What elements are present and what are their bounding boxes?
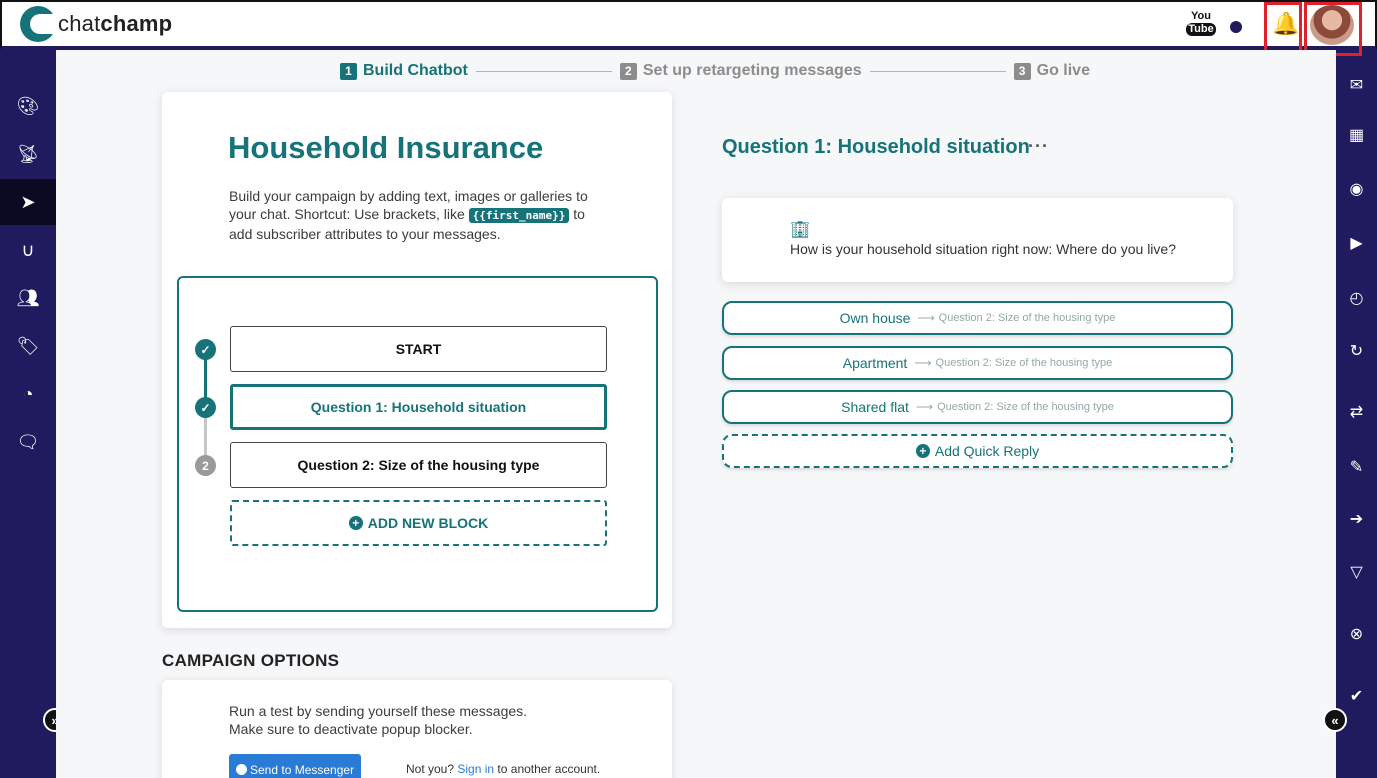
- main-content: 1 Build Chatbot 2 Set up retargeting mes…: [56, 50, 1336, 778]
- step-label: Build Chatbot: [363, 62, 468, 79]
- step-badge-icon: 2: [195, 455, 216, 476]
- eraser-icon[interactable]: ✎: [1336, 452, 1377, 482]
- play-icon[interactable]: ▶: [1336, 228, 1377, 258]
- more-options-icon[interactable]: ···: [1028, 136, 1049, 157]
- sync-icon[interactable]: ↻: [1336, 336, 1377, 366]
- step-label: Go live: [1036, 62, 1090, 79]
- close-circle-icon[interactable]: ⊗: [1336, 619, 1377, 649]
- test-line: Run a test by sending yourself these mes…: [229, 703, 528, 719]
- logo-icon: [20, 6, 56, 42]
- plus-circle-icon: +: [915, 444, 930, 458]
- campaign-card: Household Insurance Build your campaign …: [162, 92, 672, 628]
- user-avatar[interactable]: [1310, 5, 1354, 45]
- step-number: 3: [1013, 62, 1031, 80]
- add-block-label: ADD NEW BLOCK: [367, 515, 489, 531]
- campaign-title: Household Insurance: [228, 130, 544, 165]
- quick-reply[interactable]: Shared flat ⟶ Question 2: Size of the ho…: [722, 390, 1233, 424]
- arrow-right-icon: ⟶: [915, 400, 934, 414]
- arrow-right-icon: ⟶: [914, 356, 932, 370]
- chatchamp-logo[interactable]: chatchamp: [20, 6, 172, 42]
- add-new-block-button[interactable]: + ADD NEW BLOCK: [230, 500, 607, 546]
- quick-reply[interactable]: Apartment ⟶ Question 2: Size of the hous…: [722, 346, 1233, 380]
- youtube-top: You: [1191, 10, 1211, 22]
- test-line: Make sure to deactivate popup blocker.: [229, 721, 473, 737]
- broadcast-icon[interactable]: 📡︎: [0, 131, 56, 177]
- send-label: Send to Messenger: [250, 763, 355, 777]
- message-bubble[interactable]: 🏢︎ How is your household situation right…: [722, 198, 1233, 282]
- arrow-right-icon: ⟶: [917, 311, 935, 325]
- reply-label: Own house: [839, 310, 911, 326]
- notification-bell-icon[interactable]: 🔔: [1272, 11, 1299, 37]
- left-sidebar: 🎨︎ 📡︎ ➤ ∪ 👥︎ 🏷︎ ◔ 🗨︎: [0, 50, 56, 778]
- status-dot-icon: [1230, 21, 1242, 33]
- send-to-messenger-button[interactable]: Send to Messenger: [229, 754, 361, 778]
- double-check-icon[interactable]: ✔: [1336, 681, 1377, 711]
- block-flow: ✓ ✓ 2 START Question 1: Household situat…: [177, 276, 658, 612]
- not-you-text: Not you?: [406, 762, 455, 776]
- block-question-1[interactable]: Question 1: Household situation: [230, 384, 607, 430]
- funnel-icon[interactable]: ▽: [1336, 557, 1377, 587]
- tag-icon[interactable]: 🏷︎: [0, 323, 56, 369]
- attribute-code: {{first_name}}: [468, 208, 570, 223]
- sign-in-link[interactable]: Sign in: [457, 762, 494, 776]
- reply-target: Question 2: Size of the housing type: [938, 312, 1116, 324]
- block-start[interactable]: START: [230, 326, 607, 372]
- top-bar: chatchamp You Tube: [0, 0, 1377, 50]
- palette-icon[interactable]: 🎨︎: [0, 83, 56, 129]
- check-icon: ✓: [195, 397, 216, 418]
- add-reply-label: Add Quick Reply: [934, 443, 1040, 459]
- question-title: Question 1: Household situation: [722, 136, 1030, 158]
- step-divider: [869, 70, 1006, 72]
- reply-label: Apartment: [842, 355, 908, 371]
- collapse-sidebar-icon[interactable]: «: [1323, 708, 1347, 732]
- envelope-icon[interactable]: ✉: [1336, 70, 1377, 100]
- swap-icon[interactable]: ⇄: [1336, 397, 1377, 427]
- step-go-live[interactable]: 3 Go live: [1013, 62, 1090, 80]
- step-divider: [475, 70, 612, 72]
- message-text: How is your household situation right no…: [790, 241, 1176, 257]
- plus-circle-icon: +: [348, 516, 363, 530]
- timer-icon[interactable]: ◴: [1336, 283, 1377, 313]
- camera-icon[interactable]: ◉: [1336, 174, 1377, 204]
- building-icon: 🏢︎: [790, 222, 811, 239]
- check-icon: ✓: [195, 339, 216, 360]
- campaign-options-heading: CAMPAIGN OPTIONS: [162, 651, 340, 670]
- reply-target: Question 2: Size of the housing type: [935, 357, 1113, 369]
- right-sidebar: ✉ ▦ ◉ ▶ ◴ ↻ ⇄ ✎ ➔ ▽ ⊗ ✔: [1336, 56, 1377, 778]
- reply-label: Shared flat: [841, 399, 909, 415]
- people-icon[interactable]: 👥︎: [0, 275, 56, 321]
- logo-suffix: champ: [100, 11, 173, 36]
- test-instructions: Run a test by sending yourself these mes…: [229, 702, 527, 738]
- step-retargeting[interactable]: 2 Set up retargeting messages: [619, 62, 862, 80]
- grid-icon[interactable]: ▦: [1336, 120, 1377, 150]
- step-number: 2: [619, 62, 637, 80]
- arrow-right-bold-icon[interactable]: ➔: [1336, 504, 1377, 534]
- step-label: Set up retargeting messages: [642, 62, 862, 79]
- add-quick-reply-button[interactable]: + Add Quick Reply: [722, 434, 1233, 468]
- campaign-description: Build your campaign by adding text, imag…: [229, 187, 599, 243]
- youtube-icon[interactable]: You Tube: [1186, 10, 1216, 36]
- pie-chart-icon[interactable]: ◔: [0, 371, 56, 417]
- test-card: Run a test by sending yourself these mes…: [162, 680, 672, 778]
- youtube-bottom: Tube: [1186, 23, 1216, 36]
- messenger-icon: [236, 764, 247, 775]
- chat-bubble-icon[interactable]: 🗨︎: [0, 419, 56, 465]
- account-note: Not you? Sign in to another account.: [406, 762, 600, 776]
- step-number: 1: [340, 62, 357, 80]
- step-build-chatbot[interactable]: 1 Build Chatbot: [340, 62, 468, 80]
- reply-target: Question 2: Size of the housing type: [937, 401, 1114, 413]
- stepper: 1 Build Chatbot 2 Set up retargeting mes…: [340, 62, 1090, 80]
- quick-reply[interactable]: Own house ⟶ Question 2: Size of the hous…: [722, 301, 1233, 335]
- send-icon[interactable]: ➤: [0, 179, 56, 225]
- block-question-2[interactable]: Question 2: Size of the housing type: [230, 442, 607, 488]
- another-account-text: to another account.: [497, 762, 601, 776]
- logo-prefix: chat: [58, 11, 101, 36]
- magnet-icon[interactable]: ∪: [0, 227, 56, 273]
